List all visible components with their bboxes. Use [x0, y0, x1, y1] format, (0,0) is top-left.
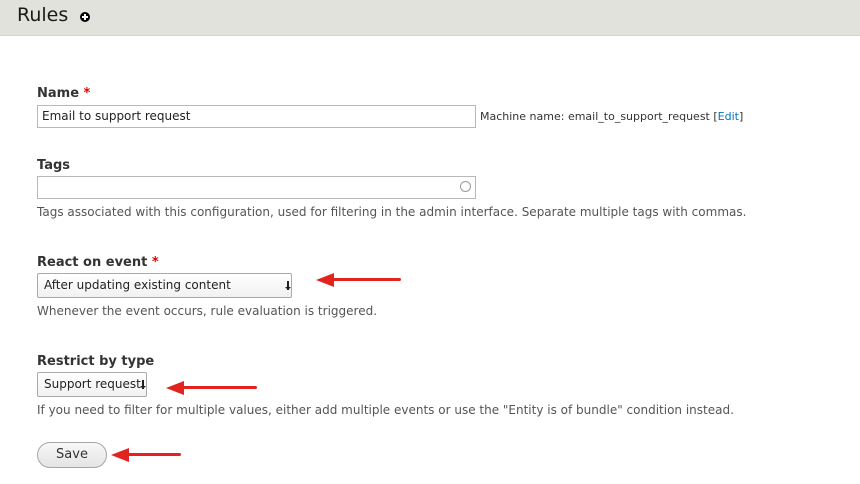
event-description: Whenever the event occurs, rule evaluati… [37, 304, 378, 318]
save-button[interactable]: Save [37, 442, 107, 468]
event-select[interactable]: After updating existing content [37, 273, 292, 298]
page-title: Rules [17, 4, 69, 26]
tags-description: Tags associated with this configuration,… [37, 205, 747, 219]
name-label-text: Name [37, 86, 80, 101]
name-label: Name * [37, 86, 90, 102]
select-arrow-icon [140, 380, 146, 389]
annotation-arrow-icon [111, 448, 181, 462]
tags-label-text: Tags [37, 158, 71, 173]
arrow-shaft [181, 386, 257, 389]
restrict-select-value: Support request [44, 377, 141, 391]
machine-name-text: Machine name: email_to_support_request [ [480, 110, 718, 123]
add-shortcut-icon[interactable] [80, 12, 90, 22]
select-arrow-icon [285, 281, 291, 290]
machine-name: Machine name: email_to_support_request [… [480, 109, 743, 125]
restrict-label-text: Restrict by type [37, 354, 155, 369]
event-select-value: After updating existing content [44, 278, 231, 292]
tags-input[interactable] [37, 176, 476, 199]
event-label-text: React on event [37, 255, 148, 270]
arrow-shaft [126, 453, 181, 456]
machine-name-edit-link[interactable]: Edit [718, 110, 739, 123]
restrict-label: Restrict by type [37, 354, 154, 370]
restrict-select[interactable]: Support request [37, 372, 147, 397]
tags-label: Tags [37, 158, 70, 174]
page-header: Rules [0, 0, 860, 36]
name-required-marker: * [83, 86, 91, 101]
machine-name-suffix: ] [738, 110, 744, 123]
annotation-arrow-icon [316, 273, 401, 287]
event-label: React on event * [37, 255, 159, 271]
annotation-arrow-icon [166, 381, 257, 395]
event-required-marker: * [151, 255, 159, 270]
name-input[interactable]: Email to support request [37, 105, 476, 128]
autocomplete-circle-icon [460, 181, 471, 192]
restrict-description: If you need to filter for multiple value… [37, 403, 734, 417]
arrow-shaft [331, 278, 401, 281]
